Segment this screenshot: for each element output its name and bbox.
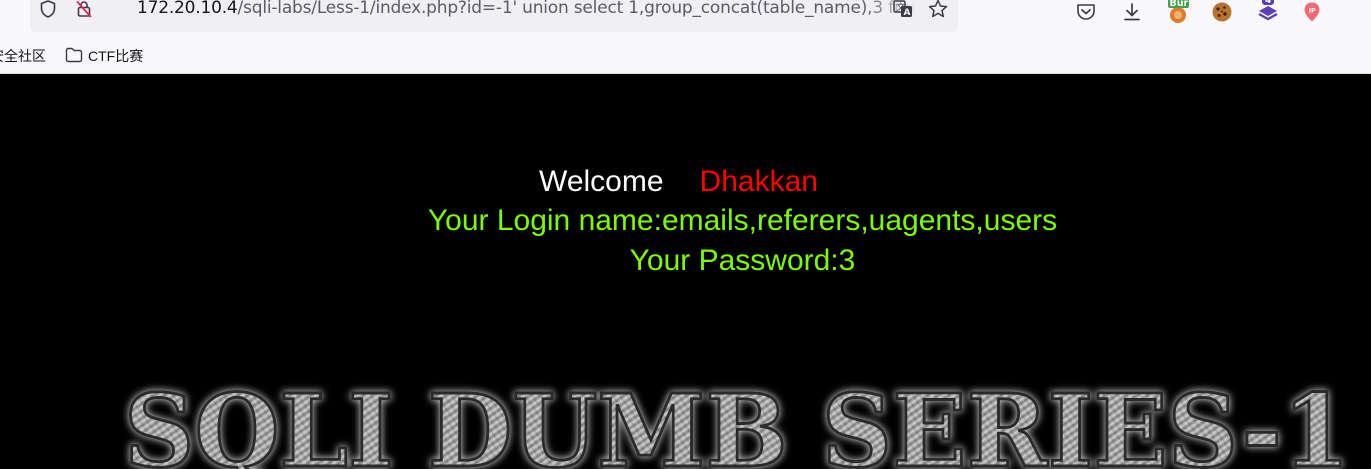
ip-location-extension-icon[interactable]: IP	[1300, 0, 1324, 24]
login-name-result: Your Login name:emails,referers,uagents,…	[427, 204, 1058, 237]
bookmarks-toolbar: 安全社区 CTF比赛	[0, 40, 1371, 68]
bookmark-label: CTF比赛	[88, 48, 144, 64]
password-result: Your Password:3	[629, 244, 856, 277]
tracking-protection-shield-icon[interactable]	[38, 0, 58, 19]
address-bar[interactable]: 172.20.10.4/sqli-labs/Less-1/index.php?i…	[30, 0, 958, 32]
bookmark-security-community[interactable]: 安全社区	[0, 46, 46, 66]
burp-badge-text: Bur	[1170, 0, 1189, 9]
banner-text: SQLI DUMB SERIES-1	[124, 372, 1350, 469]
page-content: Welcome Dhakkan Your Login name:emails,re…	[0, 74, 1371, 469]
bookmark-star-icon[interactable]	[927, 0, 949, 20]
burp-extension-icon[interactable]: Bur	[1166, 0, 1190, 24]
bookmark-folder-ctf[interactable]: CTF比赛	[65, 46, 143, 66]
browser-chrome: 172.20.10.4/sqli-labs/Less-1/index.php?i…	[0, 0, 1371, 74]
extension-with-count-icon[interactable]: 4	[1256, 0, 1280, 24]
user-name-text: Dhakkan	[699, 165, 818, 198]
translate-icon[interactable]: 文 A	[892, 0, 914, 20]
pocket-icon[interactable]	[1074, 0, 1098, 24]
url-path: /sqli-labs/Less-1/index.php?id=-1' union…	[237, 0, 917, 18]
folder-icon	[65, 47, 83, 63]
sqli-dumb-series-banner-logo: SQLI DUMB SERIES-1	[123, 371, 1352, 469]
download-icon[interactable]	[1120, 0, 1144, 24]
svg-text:A: A	[904, 8, 911, 18]
bookmark-label: 安全社区	[0, 48, 46, 64]
welcome-line: Welcome Dhakkan	[0, 162, 1371, 202]
url-host: 172.20.10.4	[137, 0, 238, 18]
insecure-connection-lock-icon[interactable]	[74, 0, 94, 19]
extension-count-badge: 4	[1265, 0, 1271, 6]
welcome-text: Welcome	[539, 165, 664, 198]
url-text[interactable]: 172.20.10.4/sqli-labs/Less-1/index.php?i…	[137, 0, 917, 18]
svg-text:IP: IP	[1309, 7, 1316, 15]
cookie-extension-icon[interactable]	[1210, 0, 1234, 24]
